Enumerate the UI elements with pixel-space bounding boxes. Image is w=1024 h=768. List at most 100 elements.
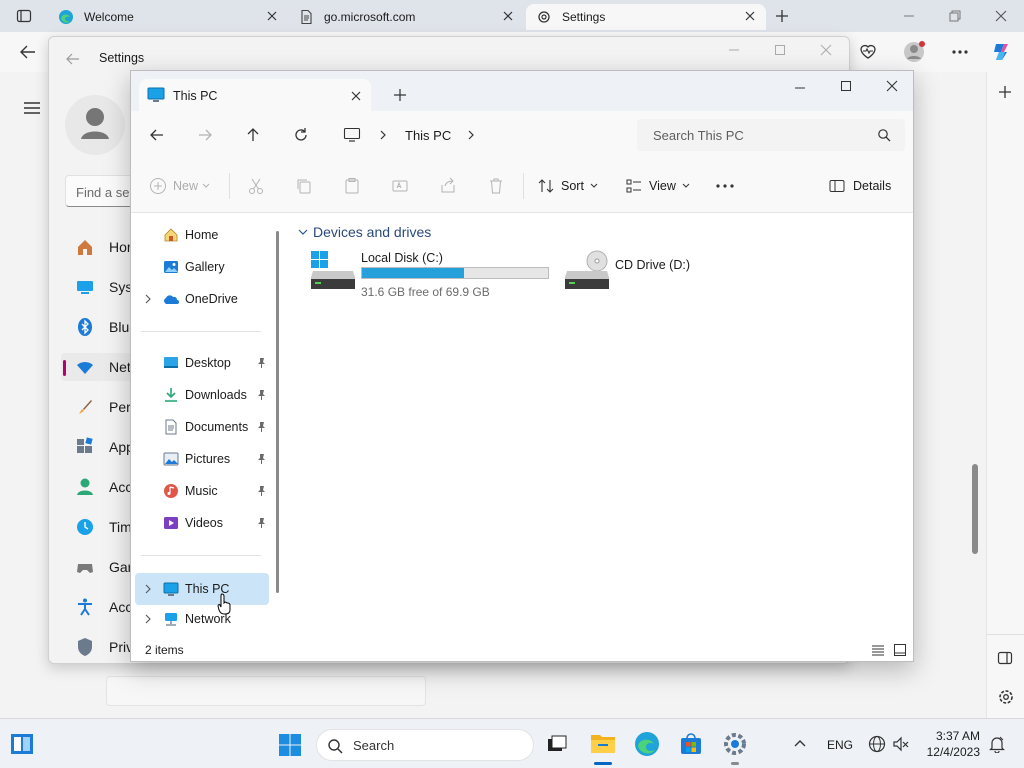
see-more-icon[interactable] <box>715 177 735 195</box>
view-button[interactable]: View <box>625 159 701 213</box>
clock-date[interactable]: 12/4/2023 <box>922 745 980 759</box>
language-indicator[interactable]: ENG <box>827 738 853 752</box>
new-tab-icon[interactable] <box>393 88 407 102</box>
chevron-right-icon[interactable] <box>143 293 153 305</box>
settings-open-indicator <box>731 762 739 765</box>
sort-button[interactable]: Sort <box>537 159 607 213</box>
chevron-up-icon[interactable] <box>792 737 808 749</box>
nav-item-this-pc[interactable]: This PC <box>135 573 269 605</box>
settings-close-icon[interactable] <box>819 43 833 57</box>
network-globe-icon[interactable] <box>868 735 886 753</box>
brush-icon <box>75 397 95 417</box>
add-icon[interactable] <box>997 84 1013 100</box>
minimize-icon[interactable] <box>902 8 916 24</box>
maximize-icon[interactable] <box>839 79 853 93</box>
tab-label: go.microsoft.com <box>324 10 416 24</box>
minimize-icon[interactable] <box>793 81 807 95</box>
breadcrumb-this-pc[interactable]: This PC <box>405 128 451 143</box>
page-scrollbar-thumb[interactable] <box>972 464 978 554</box>
settings-back-icon[interactable] <box>65 51 81 67</box>
tab-welcome[interactable]: Welcome <box>48 4 288 30</box>
details-button[interactable]: Details <box>829 159 899 213</box>
drive-usage-bar <box>361 267 549 279</box>
volume-muted-icon[interactable] <box>892 735 910 753</box>
settings-gear-icon[interactable] <box>997 688 1015 706</box>
copy-icon[interactable] <box>295 177 313 195</box>
browser-essentials-icon[interactable] <box>858 42 878 62</box>
task-view-icon[interactable] <box>546 733 568 755</box>
large-icons-view-icon[interactable] <box>893 643 907 657</box>
section-devices-and-drives[interactable]: Devices and drives <box>295 221 495 243</box>
drive-cd-drive-d[interactable]: CD Drive (D:) <box>565 247 735 301</box>
nav-item-pictures[interactable]: Pictures <box>135 445 269 473</box>
explorer-tab-title: This PC <box>173 89 218 103</box>
rename-icon[interactable] <box>391 177 409 195</box>
back-icon[interactable] <box>149 127 165 143</box>
nav-divider <box>141 555 261 556</box>
paste-icon[interactable] <box>343 177 361 195</box>
tab-settings[interactable]: Settings <box>526 4 766 30</box>
notification-bell-icon[interactable] <box>988 735 1006 753</box>
profile-avatar[interactable] <box>902 40 926 64</box>
nav-label: Gallery <box>185 260 225 274</box>
more-options-icon[interactable] <box>950 42 970 62</box>
breadcrumb-chevron-icon[interactable] <box>467 129 475 141</box>
nav-item-music[interactable]: Music <box>135 477 269 505</box>
computer-icon <box>343 127 361 143</box>
tab-go-microsoft[interactable]: go.microsoft.com <box>288 4 528 30</box>
close-icon[interactable] <box>264 8 280 24</box>
restore-icon[interactable] <box>948 8 962 24</box>
chevron-right-icon[interactable] <box>143 613 153 625</box>
settings-taskbar-icon[interactable] <box>722 731 748 757</box>
nav-item-network[interactable]: Network <box>135 605 269 633</box>
start-windows-icon[interactable] <box>278 733 302 757</box>
delete-icon[interactable] <box>487 177 505 195</box>
nav-item-desktop[interactable]: Desktop <box>135 349 269 377</box>
address-bar[interactable]: This PC <box>335 117 625 153</box>
close-icon[interactable] <box>885 79 899 93</box>
copilot-icon[interactable] <box>990 40 1014 64</box>
store-icon[interactable] <box>680 733 702 755</box>
back-icon[interactable] <box>18 42 38 62</box>
explorer-tab-this-pc[interactable]: This PC <box>139 79 371 111</box>
widgets-icon[interactable] <box>10 733 34 755</box>
nav-item-downloads[interactable]: Downloads <box>135 381 269 409</box>
close-icon[interactable] <box>500 8 516 24</box>
tab-actions-icon[interactable] <box>16 8 32 24</box>
hamburger-menu-icon[interactable] <box>22 100 42 116</box>
details-view-icon[interactable] <box>871 643 885 657</box>
up-icon[interactable] <box>245 127 261 143</box>
new-tab-icon[interactable] <box>774 8 790 24</box>
nav-item-gallery[interactable]: Gallery <box>135 253 269 281</box>
share-icon[interactable] <box>439 177 457 195</box>
close-tab-icon[interactable] <box>349 89 363 103</box>
new-button[interactable]: New <box>149 159 219 213</box>
refresh-icon[interactable] <box>293 127 309 143</box>
close-icon[interactable] <box>742 8 758 24</box>
clock-time[interactable]: 3:37 AM <box>934 729 980 743</box>
nav-item-onedrive[interactable]: OneDrive <box>135 285 269 313</box>
taskbar-search-box[interactable]: Search <box>316 729 534 761</box>
navigation-scrollbar[interactable] <box>276 231 279 593</box>
nav-label: Downloads <box>185 388 247 402</box>
close-window-icon[interactable] <box>994 8 1008 24</box>
drive-local-disk-c[interactable]: Local Disk (C:) 31.6 GB free of 69.9 GB <box>309 247 559 301</box>
pictures-icon <box>163 451 179 467</box>
chevron-right-icon[interactable] <box>143 583 153 595</box>
chevron-down-icon <box>297 227 309 237</box>
split-view-icon[interactable] <box>997 650 1013 666</box>
edge-taskbar-icon[interactable] <box>634 731 660 757</box>
nav-item-home[interactable]: Home <box>135 221 269 249</box>
cut-icon[interactable] <box>247 177 265 195</box>
settings-minimize-icon[interactable] <box>727 43 741 57</box>
videos-icon <box>163 515 179 531</box>
file-explorer-taskbar-icon[interactable] <box>590 731 616 755</box>
search-input[interactable]: Search This PC <box>637 119 905 151</box>
settings-maximize-icon[interactable] <box>773 43 787 57</box>
nav-item-videos[interactable]: Videos <box>135 509 269 537</box>
nav-item-documents[interactable]: Documents <box>135 413 269 441</box>
page-search-box[interactable] <box>106 676 426 706</box>
forward-icon[interactable] <box>197 127 213 143</box>
pin-icon <box>255 357 267 369</box>
breadcrumb-chevron-icon[interactable] <box>379 129 387 141</box>
